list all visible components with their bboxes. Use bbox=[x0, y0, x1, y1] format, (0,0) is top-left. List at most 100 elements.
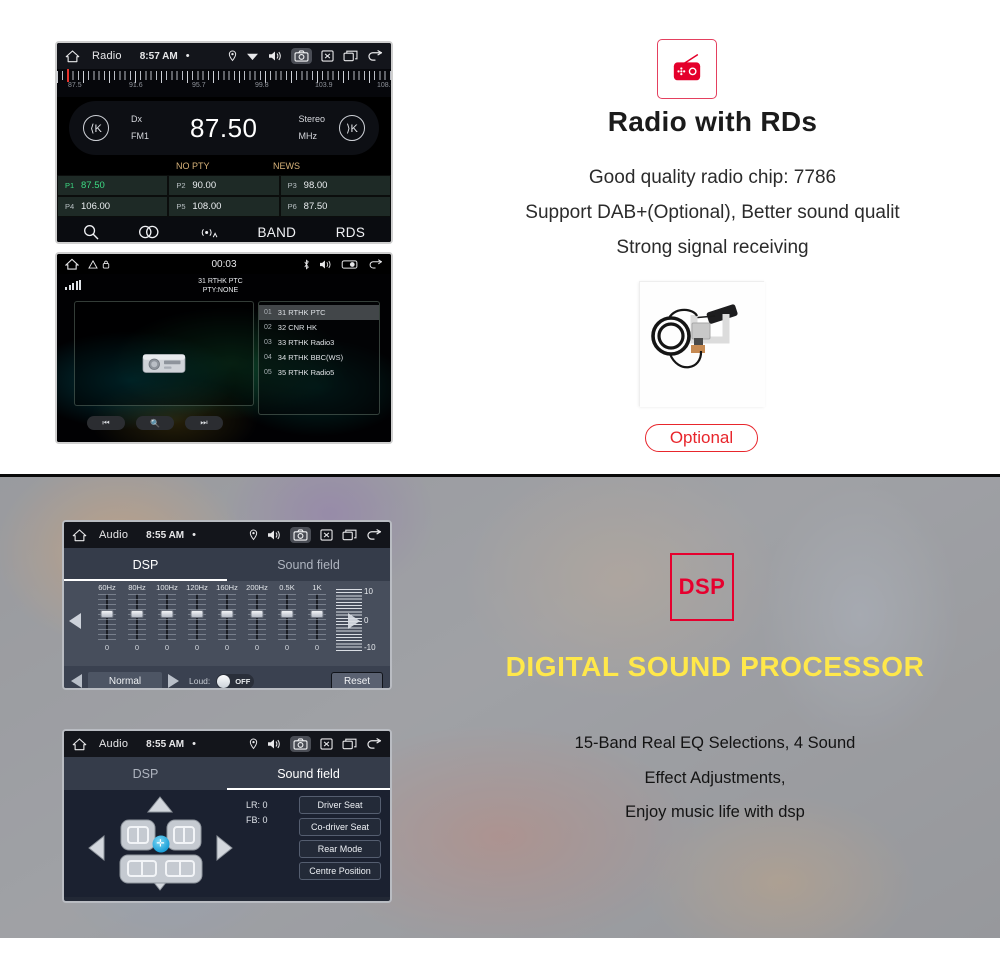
volume-icon[interactable] bbox=[319, 259, 332, 270]
home-icon[interactable] bbox=[72, 737, 87, 751]
seat-rear-bench-icon[interactable] bbox=[118, 854, 204, 884]
eq-slider-track[interactable] bbox=[308, 594, 326, 640]
close-icon[interactable] bbox=[321, 50, 334, 62]
soundfield-tab-bar[interactable]: DSP Sound field bbox=[64, 757, 390, 790]
eq-slider-track[interactable] bbox=[278, 594, 296, 640]
skip-previous-icon[interactable]: ⟨K bbox=[83, 115, 109, 141]
arrow-up-icon[interactable] bbox=[146, 796, 174, 813]
eq-slider[interactable]: 0 bbox=[152, 594, 182, 652]
search-icon[interactable]: 🔍 bbox=[136, 416, 174, 430]
co-driver-seat-button[interactable]: Co-driver Seat bbox=[299, 818, 381, 836]
rds-transport-controls[interactable]: ⏮ 🔍 ⏭ bbox=[87, 416, 223, 430]
antenna-icon[interactable] bbox=[200, 225, 218, 240]
home-icon[interactable] bbox=[65, 49, 80, 63]
list-item[interactable]: 02 32 CNR HK bbox=[259, 320, 379, 335]
dsp-equalizer-screen[interactable]: Audio 8:55 AM • DSP Sound field 60Hz 80H… bbox=[62, 520, 392, 690]
preset-prev-icon[interactable] bbox=[71, 674, 82, 688]
camera-icon[interactable] bbox=[290, 736, 311, 752]
tuning-scale[interactable]: 87.5 91.6 95.7 99.8 103.9 108.0 bbox=[57, 69, 391, 97]
recents-icon[interactable] bbox=[343, 50, 358, 62]
reset-button[interactable]: Reset bbox=[331, 671, 383, 688]
recents-icon[interactable] bbox=[342, 529, 357, 541]
back-icon[interactable] bbox=[366, 738, 382, 750]
equalizer-body[interactable]: 60Hz 80Hz 100Hz 120Hz 160Hz 200Hz 0.5K 1… bbox=[64, 581, 390, 666]
arrow-right-icon[interactable] bbox=[216, 834, 233, 862]
eq-slider-knob[interactable] bbox=[250, 610, 264, 618]
preset-p4[interactable]: P4 106.00 bbox=[57, 196, 169, 217]
centre-position-button[interactable]: Centre Position bbox=[299, 862, 381, 880]
eq-slider-knob[interactable] bbox=[220, 610, 234, 618]
dsp-tab-bar[interactable]: DSP Sound field bbox=[64, 548, 390, 581]
rear-mode-button[interactable]: Rear Mode bbox=[299, 840, 381, 858]
rds-station-screen[interactable]: 00:03 31 RTHK PTC PTY:NONE 01 31 RTHK PT… bbox=[55, 252, 393, 444]
rds-station-list[interactable]: 01 31 RTHK PTC 02 32 CNR HK 03 33 RTHK Radi… bbox=[258, 301, 380, 415]
list-item[interactable]: 04 34 RTHK BBC(WS) bbox=[259, 350, 379, 365]
eq-slider-knob[interactable] bbox=[130, 610, 144, 618]
tab-dsp[interactable]: DSP bbox=[64, 757, 227, 790]
eq-slider-track[interactable] bbox=[128, 594, 146, 640]
wifi-icon[interactable] bbox=[246, 51, 259, 61]
close-icon[interactable] bbox=[320, 738, 333, 750]
tab-sound-field[interactable]: Sound field bbox=[227, 757, 390, 790]
eq-slider-track[interactable] bbox=[158, 594, 176, 640]
eq-slider[interactable]: 0 bbox=[302, 594, 332, 652]
eq-preset-name[interactable]: Normal bbox=[88, 672, 162, 688]
driver-seat-button[interactable]: Driver Seat bbox=[299, 796, 381, 814]
camera-icon[interactable] bbox=[290, 527, 311, 543]
rds-button[interactable]: RDS bbox=[336, 225, 365, 240]
search-icon[interactable] bbox=[83, 224, 99, 240]
back-icon[interactable] bbox=[366, 529, 382, 541]
eq-control-bar[interactable]: Normal Loud: OFF Reset bbox=[64, 666, 390, 688]
back-icon[interactable] bbox=[367, 50, 383, 62]
list-item[interactable]: 03 33 RTHK Radio3 bbox=[259, 335, 379, 350]
sound-field-body[interactable]: ✛ LR: 0 FB: 0 Driver Seat Co-driver Seat… bbox=[64, 790, 390, 897]
eq-slider-knob[interactable] bbox=[310, 610, 324, 618]
home-icon[interactable] bbox=[72, 528, 87, 542]
stereo-rings-icon[interactable] bbox=[138, 225, 160, 239]
eq-slider[interactable]: 0 bbox=[182, 594, 212, 652]
eq-slider-track[interactable] bbox=[98, 594, 116, 640]
preset-p2[interactable]: P2 90.00 bbox=[168, 175, 280, 196]
eq-slider-knob[interactable] bbox=[160, 610, 174, 618]
recents-icon[interactable] bbox=[342, 738, 357, 750]
eq-slider[interactable]: 0 bbox=[242, 594, 272, 652]
seat-preset-buttons[interactable]: Driver Seat Co-driver Seat Rear Mode Cen… bbox=[299, 796, 381, 880]
eq-slider-track[interactable] bbox=[218, 594, 236, 640]
arrow-left-icon[interactable] bbox=[69, 613, 81, 629]
location-pin-icon[interactable] bbox=[249, 529, 258, 541]
camera-icon[interactable] bbox=[291, 48, 312, 64]
back-icon[interactable] bbox=[368, 258, 383, 270]
eq-slider[interactable]: 0 bbox=[122, 594, 152, 652]
position-marker-icon[interactable]: ✛ bbox=[152, 835, 169, 852]
skip-next-icon[interactable]: ⏭ bbox=[185, 416, 223, 430]
loudness-toggle[interactable]: OFF bbox=[216, 673, 255, 688]
volume-icon[interactable] bbox=[267, 738, 281, 750]
location-pin-icon[interactable] bbox=[249, 738, 258, 750]
list-item[interactable]: 05 35 RTHK Radio5 bbox=[259, 365, 379, 380]
preset-p1[interactable]: P1 87.50 bbox=[57, 175, 169, 196]
sound-field-pad[interactable]: ✛ bbox=[88, 796, 233, 891]
sound-field-screen[interactable]: Audio 8:55 AM • DSP Sound field ✛ LR: 0 … bbox=[62, 729, 392, 903]
band-button[interactable]: BAND bbox=[257, 225, 296, 240]
tab-dsp[interactable]: DSP bbox=[64, 548, 227, 581]
eq-slider-track[interactable] bbox=[248, 594, 266, 640]
location-pin-icon[interactable] bbox=[228, 50, 237, 62]
list-item[interactable]: 01 31 RTHK PTC bbox=[259, 305, 379, 320]
eq-slider[interactable]: 0 bbox=[92, 594, 122, 652]
preset-p3[interactable]: P3 98.00 bbox=[279, 175, 391, 196]
eq-slider[interactable]: 0 bbox=[272, 594, 302, 652]
arrow-left-icon[interactable] bbox=[88, 834, 105, 862]
radio-main-screen[interactable]: Radio 8:57 AM • 87.5 91.6 95.7 99.8 103.… bbox=[55, 41, 393, 244]
eq-slider-knob[interactable] bbox=[190, 610, 204, 618]
preset-grid[interactable]: P1 87.50 P2 90.00 P3 98.00 P4 106.00 P5 108.0… bbox=[57, 175, 391, 217]
close-icon[interactable] bbox=[320, 529, 333, 541]
eq-slider-knob[interactable] bbox=[100, 610, 114, 618]
volume-icon[interactable] bbox=[267, 529, 281, 541]
radio-bottom-bar[interactable]: BAND RDS bbox=[57, 217, 391, 242]
bluetooth-icon[interactable] bbox=[303, 258, 310, 270]
eq-slider-group[interactable]: 0 0 0 0 0 0 0 0 bbox=[92, 594, 332, 652]
eq-slider-track[interactable] bbox=[188, 594, 206, 640]
skip-next-icon[interactable]: ⟩K bbox=[339, 115, 365, 141]
eq-slider[interactable]: 0 bbox=[212, 594, 242, 652]
tab-sound-field[interactable]: Sound field bbox=[227, 548, 390, 581]
